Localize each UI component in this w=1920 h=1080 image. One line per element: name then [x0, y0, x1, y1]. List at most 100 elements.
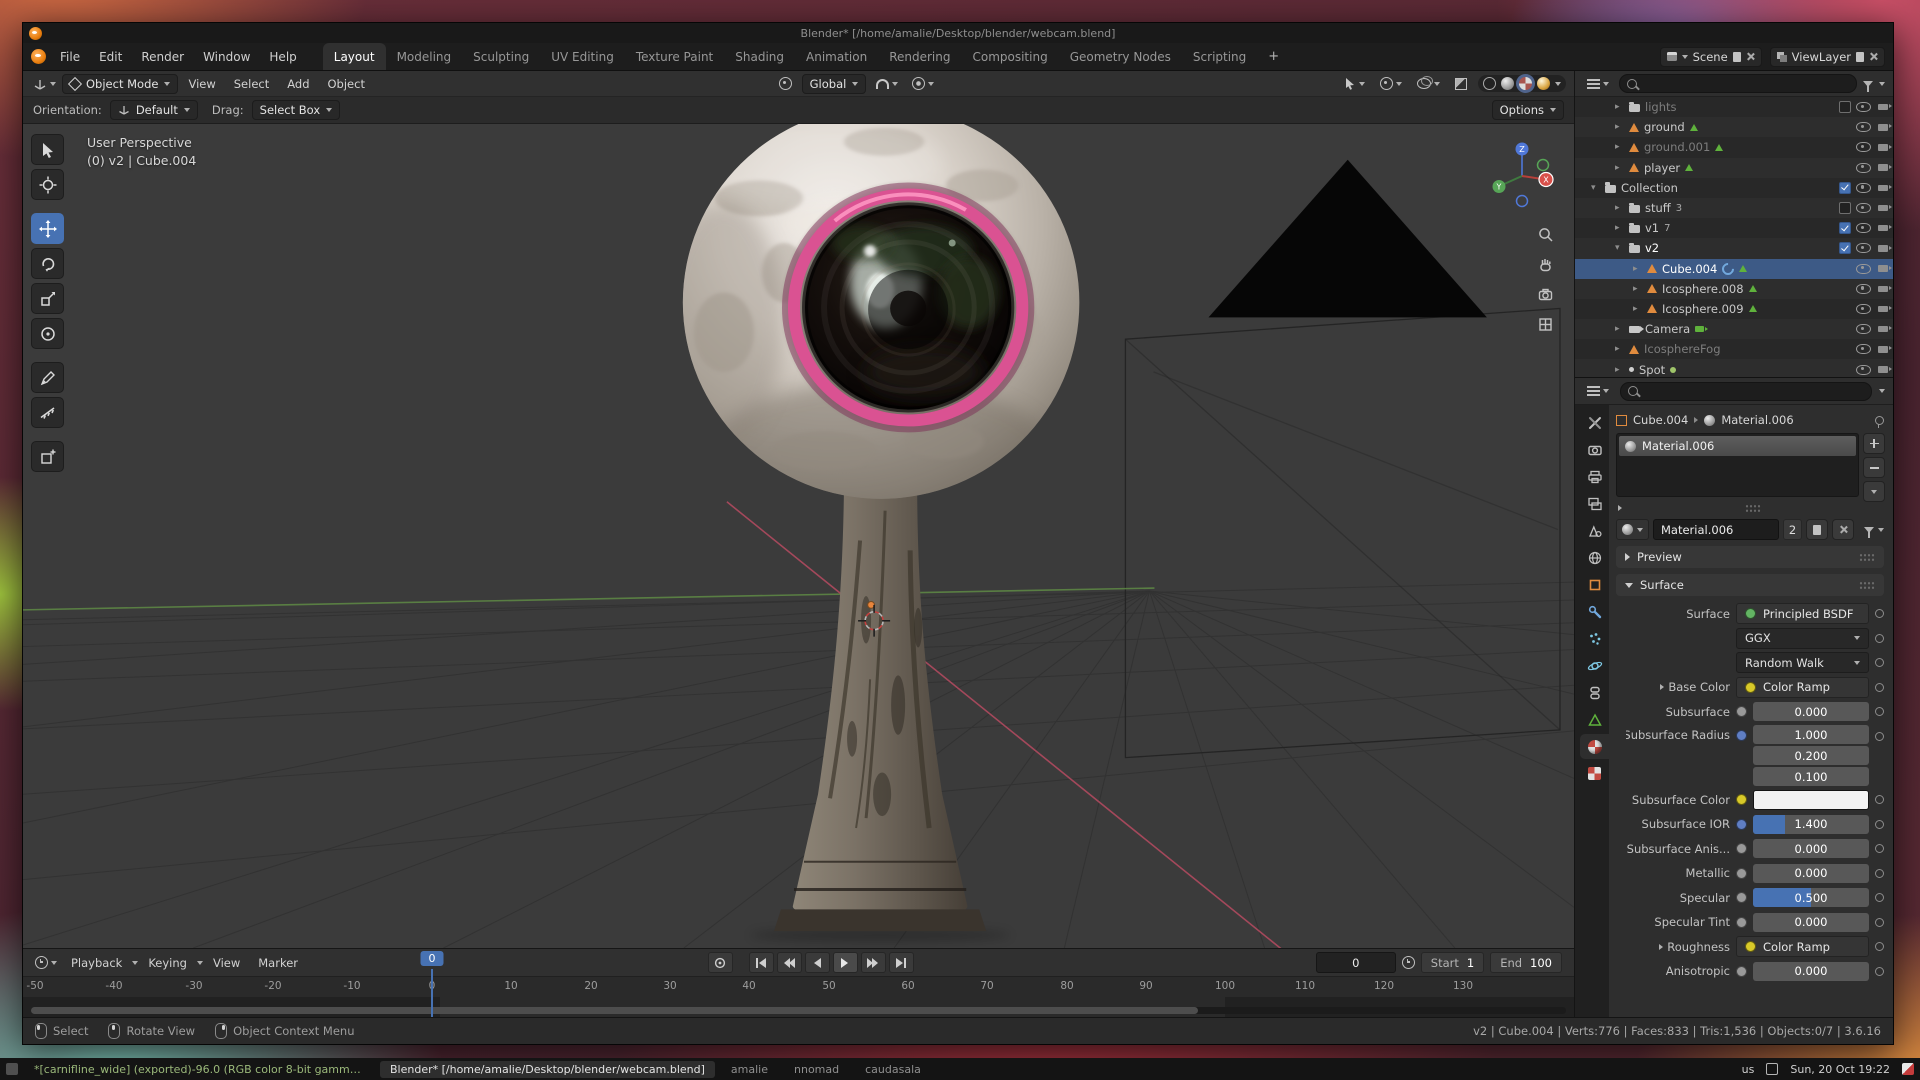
- tab-modeling[interactable]: Modeling: [386, 43, 463, 70]
- tab-texture[interactable]: [1580, 761, 1609, 786]
- menu-view-timeline[interactable]: View: [205, 953, 248, 973]
- taskbar-item-gimp[interactable]: *[carnifline_wide] (exported)-96.0 (RGB …: [24, 1061, 374, 1078]
- metallic-slider[interactable]: 0.000: [1753, 864, 1869, 883]
- vector-socket-icon[interactable]: [1736, 730, 1747, 741]
- remove-view-layer-icon[interactable]: [1869, 52, 1878, 61]
- roughness-node-button[interactable]: Color Ramp: [1736, 936, 1869, 957]
- expand-icon[interactable]: ▸: [1615, 324, 1624, 334]
- end-frame-field[interactable]: End100: [1490, 952, 1562, 973]
- expand-icon[interactable]: ▸: [1633, 304, 1642, 314]
- black-triangle-object[interactable]: [1209, 160, 1487, 318]
- animate-dot[interactable]: [1875, 683, 1884, 692]
- outliner-row-icosphere-009[interactable]: ▸Icosphere.009: [1575, 299, 1893, 319]
- outliner-row-lights[interactable]: ▸lights: [1575, 97, 1893, 117]
- filter-icon[interactable]: [1864, 527, 1874, 533]
- tab-material[interactable]: [1580, 734, 1609, 759]
- shading-solid-button[interactable]: [1501, 77, 1514, 90]
- axis-neg-z-handle[interactable]: [1517, 196, 1528, 207]
- render-visibility-icon[interactable]: [1878, 144, 1888, 151]
- value-socket-icon[interactable]: [1736, 843, 1747, 854]
- taskbar-launcher-icon[interactable]: [6, 1063, 18, 1075]
- outliner-row-icospherefog[interactable]: ▸IcosphereFog: [1575, 339, 1893, 359]
- tray-notification-icon[interactable]: [1902, 1063, 1914, 1075]
- shading-material-button[interactable]: [1519, 77, 1532, 90]
- new-view-layer-icon[interactable]: [1856, 52, 1864, 62]
- axis-neg-y-handle[interactable]: [1538, 160, 1549, 171]
- outliner-row-cube-004[interactable]: ▸Cube.004: [1575, 259, 1893, 279]
- render-visibility-icon[interactable]: [1878, 265, 1888, 272]
- outliner-row-collection[interactable]: ▾Collection: [1575, 178, 1893, 198]
- specular-slider[interactable]: 0.500: [1753, 888, 1869, 907]
- panel-surface[interactable]: Surface: [1616, 574, 1884, 596]
- tab-compositing[interactable]: Compositing: [961, 43, 1058, 70]
- snap-toggle[interactable]: [872, 77, 902, 91]
- animate-dot[interactable]: [1875, 844, 1884, 853]
- browse-material-button[interactable]: [1616, 519, 1649, 540]
- selectability-dropdown[interactable]: [1340, 75, 1369, 92]
- editor-type-button[interactable]: [29, 75, 60, 93]
- exclude-checkbox[interactable]: [1839, 242, 1851, 254]
- expand-icon[interactable]: [1660, 684, 1664, 690]
- render-visibility-icon[interactable]: [1878, 124, 1888, 131]
- animate-dot[interactable]: [1875, 820, 1884, 829]
- menu-marker[interactable]: Marker: [250, 953, 306, 973]
- viewport-3d[interactable]: User Perspective (0) v2 | Cube.004: [23, 124, 1574, 948]
- slot-specials-button[interactable]: [1863, 481, 1885, 502]
- timeline-scrollbar[interactable]: [31, 1007, 1566, 1014]
- tab-scripting[interactable]: Scripting: [1182, 43, 1257, 70]
- expand-icon[interactable]: ▸: [1615, 142, 1624, 152]
- expand-icon[interactable]: ▸: [1615, 122, 1624, 132]
- radius-y-field[interactable]: 0.200: [1753, 746, 1869, 765]
- outliner-row-camera[interactable]: ▸Camera: [1575, 319, 1893, 339]
- subsurface-color-swatch[interactable]: [1753, 790, 1869, 810]
- tool-add-cube[interactable]: [31, 441, 64, 472]
- tool-transform[interactable]: [31, 318, 64, 349]
- outliner-editor-type-button[interactable]: [1583, 77, 1613, 91]
- xray-toggle[interactable]: [1451, 76, 1471, 92]
- tool-measure[interactable]: [31, 397, 64, 428]
- render-visibility-icon[interactable]: [1878, 205, 1888, 212]
- tab-view-layer[interactable]: [1580, 491, 1609, 516]
- unlink-scene-icon[interactable]: [1746, 52, 1755, 61]
- render-visibility-icon[interactable]: [1878, 306, 1888, 313]
- outliner-row-stuff[interactable]: ▸stuff3: [1575, 198, 1893, 218]
- menu-file[interactable]: File: [51, 47, 89, 67]
- render-visibility-icon[interactable]: [1878, 104, 1888, 111]
- value-socket-icon[interactable]: [1736, 819, 1747, 830]
- scrollbar-thumb[interactable]: [31, 1007, 1198, 1014]
- tab-object-data[interactable]: [1580, 707, 1609, 732]
- outliner-row-player[interactable]: ▸player: [1575, 158, 1893, 178]
- outliner-row-v1[interactable]: ▸v17: [1575, 218, 1893, 238]
- menu-edit[interactable]: Edit: [90, 47, 131, 67]
- list-expander[interactable]: [1616, 502, 1884, 514]
- timeline-ruler[interactable]: -50 -40 -30 -20 -10 0 10 20 30 40 50 60 …: [23, 976, 1574, 997]
- tab-uv-editing[interactable]: UV Editing: [540, 43, 625, 70]
- timeline-editor-type-button[interactable]: [31, 954, 61, 971]
- hide-icon[interactable]: [1856, 142, 1871, 152]
- unlink-material-button[interactable]: [1832, 519, 1854, 540]
- specular-tint-slider[interactable]: 0.000: [1753, 913, 1869, 932]
- transform-pivot-button[interactable]: [775, 75, 796, 92]
- value-socket-icon[interactable]: [1736, 966, 1747, 977]
- hide-icon[interactable]: [1856, 243, 1871, 253]
- menu-playback[interactable]: Playback: [63, 953, 130, 973]
- taskbar-item-blender[interactable]: Blender* [/home/amalie/Desktop/blender/w…: [380, 1061, 715, 1078]
- expand-icon[interactable]: ▸: [1633, 264, 1642, 274]
- tool-select-box[interactable]: [31, 134, 64, 165]
- tab-constraints[interactable]: [1580, 680, 1609, 705]
- shading-wireframe-button[interactable]: [1483, 77, 1496, 90]
- proportional-edit-toggle[interactable]: [908, 75, 938, 92]
- hide-icon[interactable]: [1856, 284, 1871, 294]
- animate-dot[interactable]: [1875, 609, 1884, 618]
- tab-texture-paint[interactable]: Texture Paint: [625, 43, 724, 70]
- expand-icon[interactable]: ▸: [1615, 365, 1624, 375]
- tab-particles[interactable]: [1580, 626, 1609, 651]
- exclude-checkbox[interactable]: [1839, 202, 1851, 214]
- anisotropic-slider[interactable]: 0.000: [1753, 962, 1869, 981]
- copy-material-button[interactable]: [1806, 519, 1828, 540]
- previous-keyframe-button[interactable]: [777, 952, 802, 973]
- exclude-checkbox[interactable]: [1839, 101, 1851, 113]
- value-socket-icon[interactable]: [1736, 892, 1747, 903]
- hide-icon[interactable]: [1856, 264, 1871, 274]
- wireframe-cube[interactable]: [1125, 308, 1560, 757]
